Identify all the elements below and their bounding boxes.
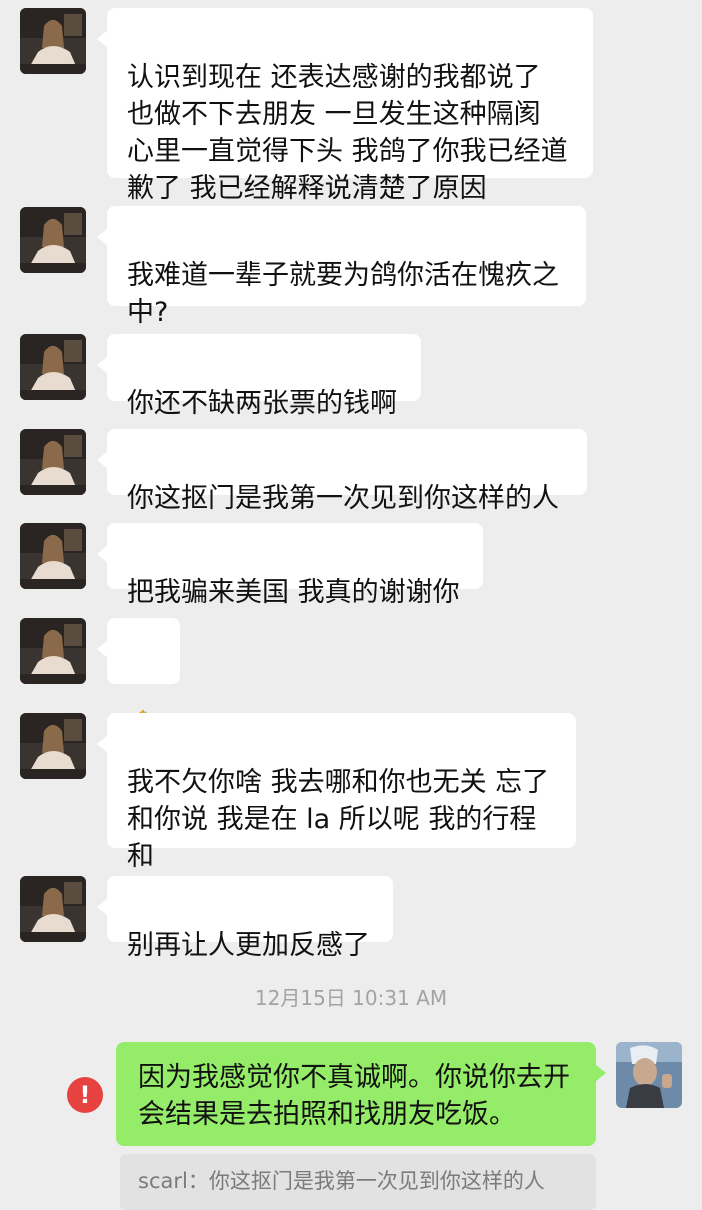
- message-bubble[interactable]: 你这抠门是我第一次见到你这样的人: [97, 429, 587, 514]
- contact-avatar[interactable]: [20, 876, 86, 942]
- message-text: 你这抠门是我第一次见到你这样的人: [127, 483, 559, 514]
- message-timestamp: 12月15日 10:31 AM: [254, 986, 448, 1010]
- message-text: 你还不缺两张票的钱啊: [127, 388, 397, 419]
- message-bubble[interactable]: 把我骗来美国 我真的谢谢你: [97, 523, 483, 608]
- message-text: 别再让人更加反感了: [127, 930, 370, 961]
- contact-avatar[interactable]: [20, 523, 86, 589]
- message-bubble[interactable]: 我难道一辈子就要为鸽你活在愧疚之 中?: [97, 206, 586, 328]
- message-bubble[interactable]: 我不欠你啥 我去哪和你也无关 忘了 和你说 我是在 la 所以呢 我的行程和 你…: [97, 713, 576, 909]
- send-failed-icon[interactable]: !: [67, 1077, 103, 1113]
- contact-avatar[interactable]: [20, 8, 86, 74]
- message-bubble[interactable]: 你还不缺两张票的钱啊: [97, 334, 421, 419]
- contact-avatar[interactable]: [20, 618, 86, 684]
- outgoing-message-bubble[interactable]: 因为我感觉你不真诚啊。你说你去开会结果是去拍照和找朋友吃饭。: [116, 1042, 606, 1146]
- message-text: 因为我感觉你不真诚啊。你说你去开会结果是去拍照和找朋友吃饭。: [138, 1062, 570, 1130]
- contact-avatar[interactable]: [20, 713, 86, 779]
- message-text: 我难道一辈子就要为鸽你活在愧疚之 中?: [127, 260, 559, 328]
- contact-avatar[interactable]: [20, 207, 86, 273]
- self-avatar[interactable]: [616, 1042, 682, 1108]
- message-bubble[interactable]: [97, 618, 180, 741]
- message-bubble[interactable]: 别再让人更加反感了: [97, 876, 393, 961]
- quoted-message[interactable]: scarl：你这抠门是我第一次见到你这样的人: [120, 1154, 596, 1210]
- message-bubble[interactable]: 认识到现在 还表达感谢的我都说了 也做不下去朋友 一旦发生这种隔阂 心里一直觉得…: [97, 8, 593, 204]
- contact-avatar[interactable]: [20, 429, 86, 495]
- contact-avatar[interactable]: [20, 334, 86, 400]
- message-text: 把我骗来美国 我真的谢谢你: [127, 577, 460, 608]
- message-text: 认识到现在 还表达感谢的我都说了 也做不下去朋友 一旦发生这种隔阂 心里一直觉得…: [127, 62, 568, 204]
